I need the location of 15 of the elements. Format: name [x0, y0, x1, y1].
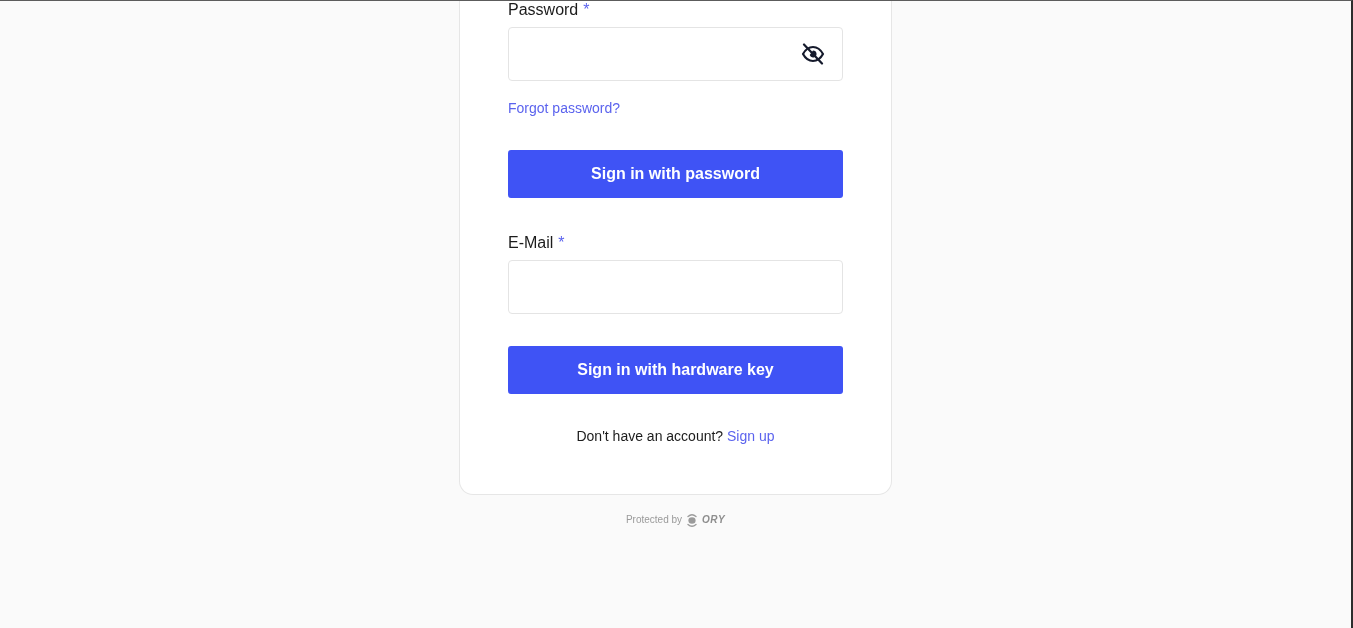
eye-slash-icon[interactable] [801, 43, 825, 65]
signup-prompt: Don't have an account? [576, 428, 724, 444]
required-mark: * [583, 1, 590, 19]
sign-in-button[interactable]: Sign in with password [508, 150, 843, 198]
field-label: E-Mail [508, 234, 554, 252]
required-mark: * [558, 234, 565, 252]
protected-by-text: Protected by [625, 513, 683, 527]
password-field[interactable] [508, 27, 843, 81]
field-label: Password [508, 1, 579, 19]
forgot-password-link[interactable]: Forgot password? [508, 100, 621, 116]
sign-in-button[interactable]: Sign in with hardware key [508, 346, 843, 394]
logo-text: ORY [702, 513, 726, 527]
sign-up-link[interactable]: Sign up [727, 428, 775, 444]
email-field[interactable] [508, 260, 843, 314]
logo-icon [687, 512, 698, 528]
